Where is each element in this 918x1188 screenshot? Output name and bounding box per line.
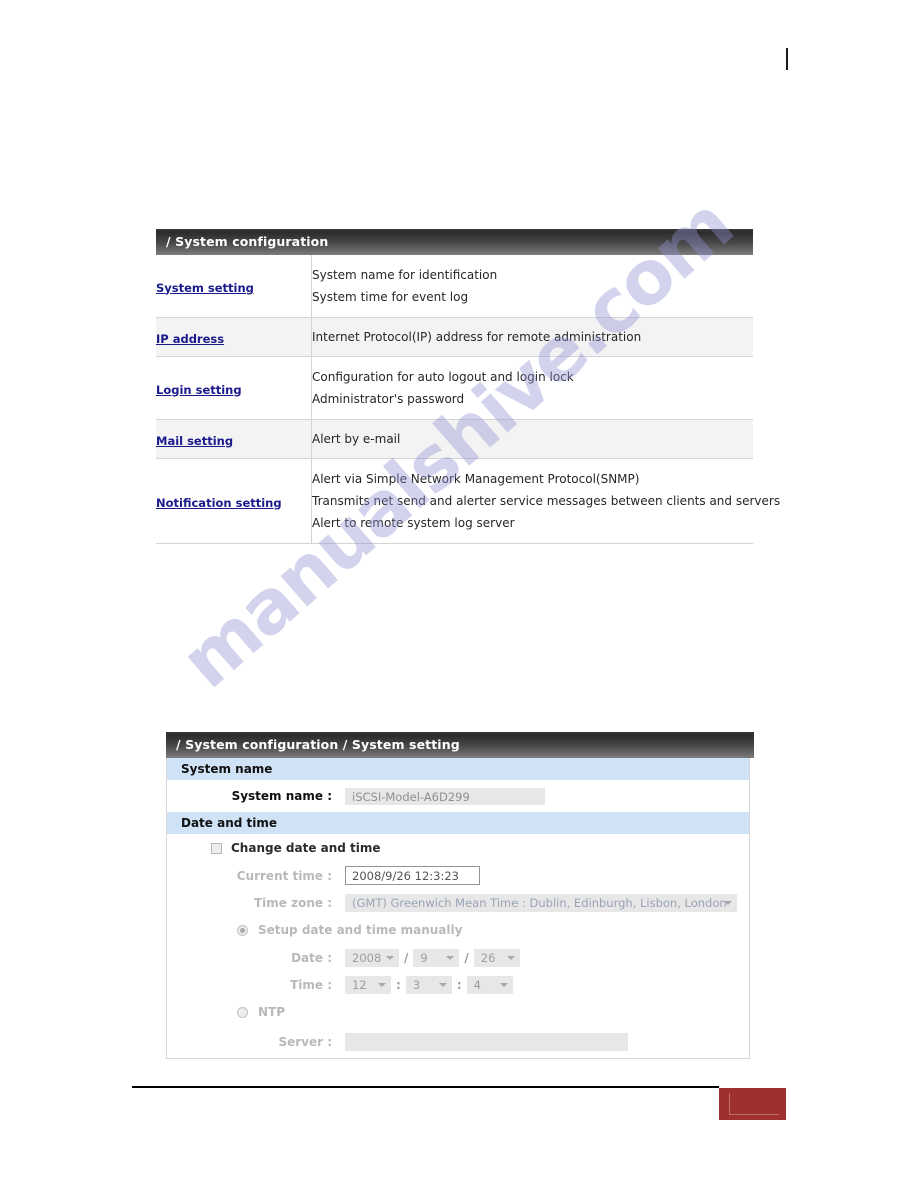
time-separator: :	[456, 977, 462, 992]
radio-setup-manually[interactable]	[237, 924, 248, 936]
field-row-change-date-time: Change date and time	[167, 834, 749, 862]
table-cell-description: Configuration for auto logout and login …	[311, 356, 753, 420]
description-line: Alert to remote system log server	[312, 516, 515, 530]
field-row-system-name: System name : iSCSI-Model-A6D299	[167, 780, 749, 812]
radio-ntp[interactable]	[237, 1006, 248, 1018]
chevron-down-icon	[446, 955, 455, 960]
field-row-time-zone: Time zone : (GMT) Greenwich Mean Time : …	[167, 889, 749, 916]
description-line: Alert via Simple Network Management Prot…	[312, 472, 640, 486]
table-cell-link: IP address	[156, 317, 312, 357]
table-cell-description: Alert by e-mail	[311, 419, 753, 459]
change-date-time-checkbox[interactable]	[211, 842, 222, 854]
link-ip-address[interactable]: IP address	[156, 332, 224, 346]
chevron-down-icon	[386, 955, 394, 960]
footer-divider	[132, 1086, 719, 1088]
setting-panel-header: / System configuration / System setting	[166, 732, 754, 758]
system-configuration-overview-panel: / System configuration System setting Sy…	[156, 229, 781, 544]
section-title-system-name: System name	[167, 758, 749, 780]
field-row-date: Date : 2008 / 9 / 26	[167, 944, 749, 971]
description-line: Alert by e-mail	[312, 432, 401, 446]
section-title-date-and-time: Date and time	[167, 812, 749, 834]
field-row-server: Server :	[167, 1026, 749, 1058]
time-zone-select[interactable]: (GMT) Greenwich Mean Time : Dublin, Edin…	[345, 893, 737, 912]
time-second-select[interactable]: 4	[466, 975, 513, 994]
system-setting-form: System name System name : iSCSI-Model-A6…	[166, 758, 750, 1059]
table-row[interactable]: IP address Internet Protocol(IP) address…	[156, 317, 753, 357]
date-day-select[interactable]: 26	[473, 948, 520, 967]
description-line: Transmits net send and alerter service m…	[312, 494, 781, 508]
chevron-down-icon	[724, 900, 732, 905]
label-change-date-and-time: Change date and time	[231, 841, 381, 855]
table-row[interactable]: System setting System name for identific…	[156, 255, 753, 318]
label-current-time: Current time :	[236, 868, 332, 883]
chevron-down-icon	[499, 982, 508, 987]
time-hour-value: 12	[352, 977, 367, 992]
date-month-value: 9	[420, 950, 428, 965]
chevron-down-icon	[378, 982, 386, 987]
time-minute-select[interactable]: 3	[405, 975, 452, 994]
label-server: Server :	[278, 1035, 332, 1049]
field-row-time: Time : 12 : 3 : 4	[167, 971, 749, 998]
label-time: Time :	[290, 977, 332, 992]
description-line: Administrator's password	[312, 392, 465, 406]
time-select-group: 12 : 3 : 4	[345, 975, 513, 994]
field-row-manual-radio: Setup date and time manually	[167, 916, 749, 944]
chevron-down-icon	[438, 982, 447, 987]
time-separator: :	[396, 977, 401, 992]
date-year-value: 2008	[352, 950, 382, 965]
table-cell-description: Alert via Simple Network Management Prot…	[311, 458, 781, 544]
table-cell-description: System name for identification System ti…	[311, 255, 753, 318]
table-cell-description: Internet Protocol(IP) address for remote…	[311, 317, 753, 357]
system-configuration-table: System setting System name for identific…	[156, 255, 781, 544]
chevron-down-icon	[506, 955, 515, 960]
time-second-value: 4	[473, 977, 481, 992]
table-row[interactable]: Mail setting Alert by e-mail	[156, 419, 753, 459]
label-ntp: NTP	[258, 1005, 286, 1019]
footer-box-corner-mark	[729, 1093, 779, 1115]
date-separator: /	[404, 950, 409, 965]
table-row[interactable]: Login setting Configuration for auto log…	[156, 356, 753, 420]
link-login-setting[interactable]: Login setting	[156, 383, 242, 397]
label-date: Date :	[291, 950, 332, 965]
label-system-name: System name :	[231, 789, 332, 803]
time-hour-select[interactable]: 12	[345, 975, 391, 994]
date-separator: /	[464, 950, 469, 965]
section-system-name: System name	[167, 758, 749, 780]
field-row-ntp-radio: NTP	[167, 998, 749, 1026]
table-cell-link: Mail setting	[156, 419, 312, 459]
description-line: System time for event log	[312, 290, 469, 304]
table-cell-link: Login setting	[156, 356, 312, 420]
link-notification-setting[interactable]: Notification setting	[156, 496, 282, 510]
link-mail-setting[interactable]: Mail setting	[156, 434, 233, 448]
system-setting-panel: / System configuration / System setting …	[166, 732, 754, 1059]
label-setup-date-and-time-manually: Setup date and time manually	[258, 923, 463, 937]
ntp-server-input[interactable]	[345, 1033, 628, 1051]
system-name-input[interactable]: iSCSI-Model-A6D299	[345, 787, 545, 805]
overview-panel-header: / System configuration	[156, 229, 753, 255]
date-month-select[interactable]: 9	[413, 948, 460, 967]
table-row[interactable]: Notification setting Alert via Simple Ne…	[156, 458, 781, 544]
table-cell-link: System setting	[156, 255, 312, 318]
time-minute-value: 3	[412, 977, 421, 992]
current-time-input[interactable]: 2008/9/26 12:3:23	[345, 866, 480, 885]
date-day-value: 26	[480, 950, 496, 965]
time-zone-selected-value: (GMT) Greenwich Mean Time : Dublin, Edin…	[352, 895, 727, 910]
label-time-zone: Time zone :	[253, 895, 332, 910]
footer-red-box	[719, 1088, 786, 1120]
date-year-select[interactable]: 2008	[345, 948, 399, 967]
description-line: Internet Protocol(IP) address for remote…	[312, 330, 642, 344]
page-corner-tick	[786, 48, 788, 70]
description-line: System name for identification	[312, 268, 498, 282]
field-row-current-time: Current time : 2008/9/26 12:3:23	[167, 862, 749, 889]
link-system-setting[interactable]: System setting	[156, 281, 254, 295]
section-date-and-time: Date and time	[167, 812, 749, 834]
table-cell-link: Notification setting	[156, 458, 312, 544]
description-line: Configuration for auto logout and login …	[312, 370, 574, 384]
date-select-group: 2008 / 9 / 26	[345, 948, 520, 967]
